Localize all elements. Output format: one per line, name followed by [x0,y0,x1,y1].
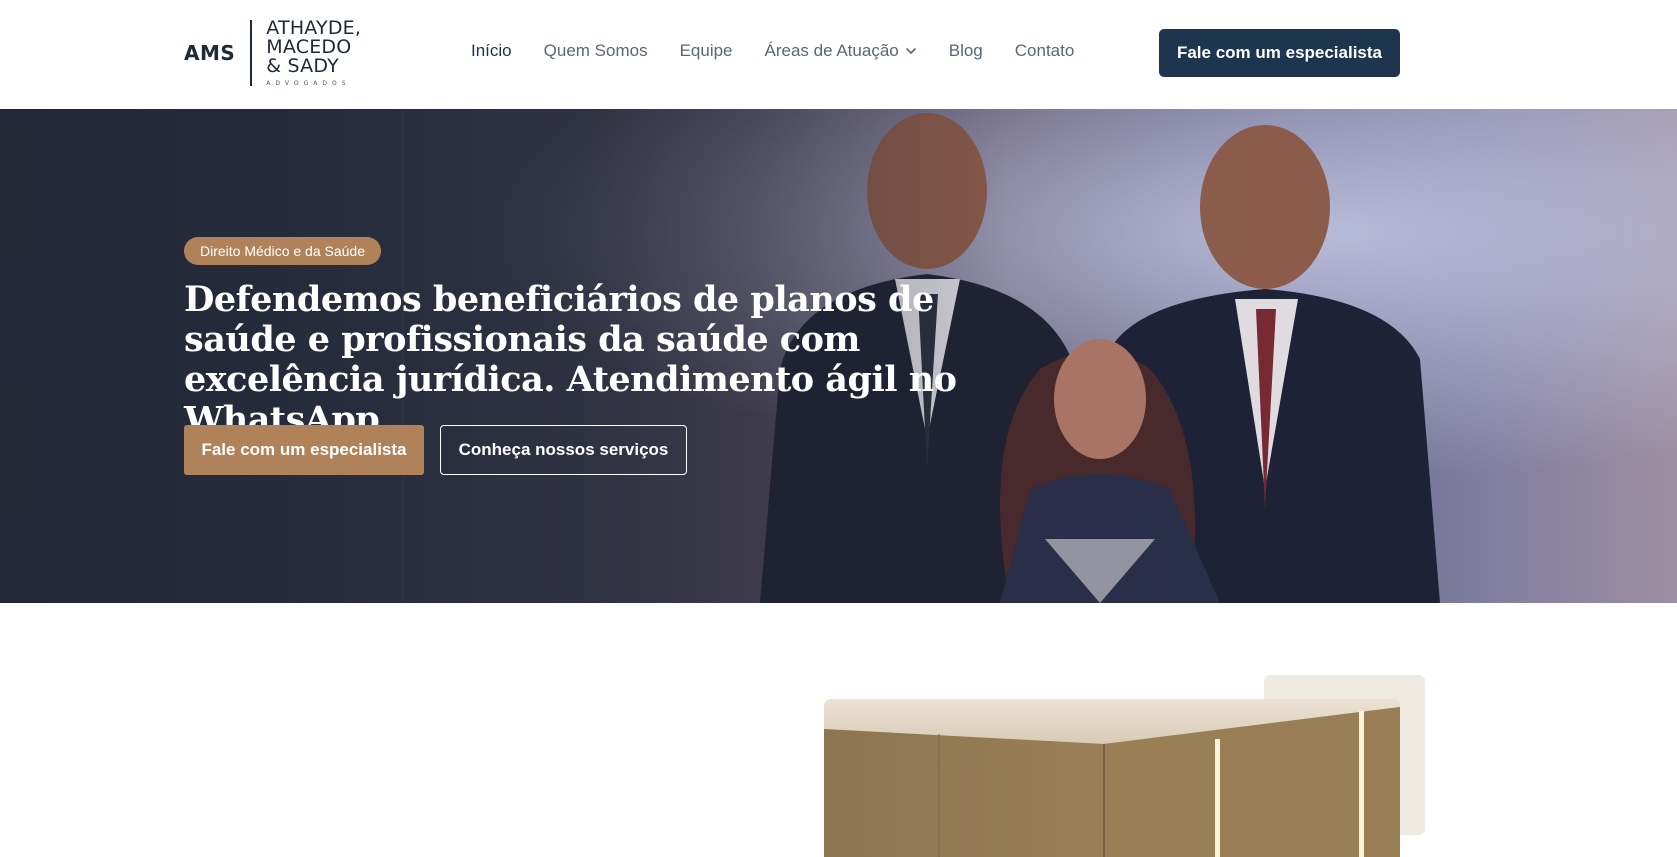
logo-text: ATHAYDE, MACEDO & SADY ADVOGADOS [266,16,362,87]
nav-item-areas-label: Áreas de Atuação [764,41,899,60]
hero-primary-cta-button[interactable]: Fale com um especialista [184,425,424,475]
nav-item-areas-de-atuacao[interactable]: Áreas de Atuação [765,41,917,61]
nav-item-contato[interactable]: Contato [1015,41,1075,61]
main-nav: Início Quem Somos Equipe Áreas de Atuaçã… [471,41,1074,61]
hero-title: Defendemos beneficiários de planos de sa… [184,279,957,440]
nav-item-quem-somos[interactable]: Quem Somos [544,41,648,61]
office-photo [824,699,1400,857]
logo-line-3: & SADY [266,54,339,77]
nav-item-inicio[interactable]: Início [471,41,512,61]
logo-line-2: MACEDO [266,35,352,58]
logo[interactable]: AMS ATHAYDE, MACEDO & SADY ADVOGADOS [184,16,362,87]
header-cta-button[interactable]: Fale com um especialista [1159,29,1400,77]
logo-line-1: ATHAYDE, [266,16,362,39]
chevron-down-icon [905,48,916,54]
nav-item-equipe[interactable]: Equipe [680,41,733,61]
hero-secondary-cta-button[interactable]: Conheça nossos serviços [440,425,687,475]
logo-subtitle: ADVOGADOS [266,79,351,87]
logo-mark: AMS [184,40,236,65]
nav-item-blog[interactable]: Blog [949,41,983,61]
hero-section: Direito Médico e da Saúde Defendemos ben… [0,109,1677,603]
hero-badge: Direito Médico e da Saúde [184,237,381,265]
logo-divider [250,19,253,86]
site-header: AMS ATHAYDE, MACEDO & SADY ADVOGADOS Iní… [0,0,1677,109]
about-section [0,603,1677,857]
